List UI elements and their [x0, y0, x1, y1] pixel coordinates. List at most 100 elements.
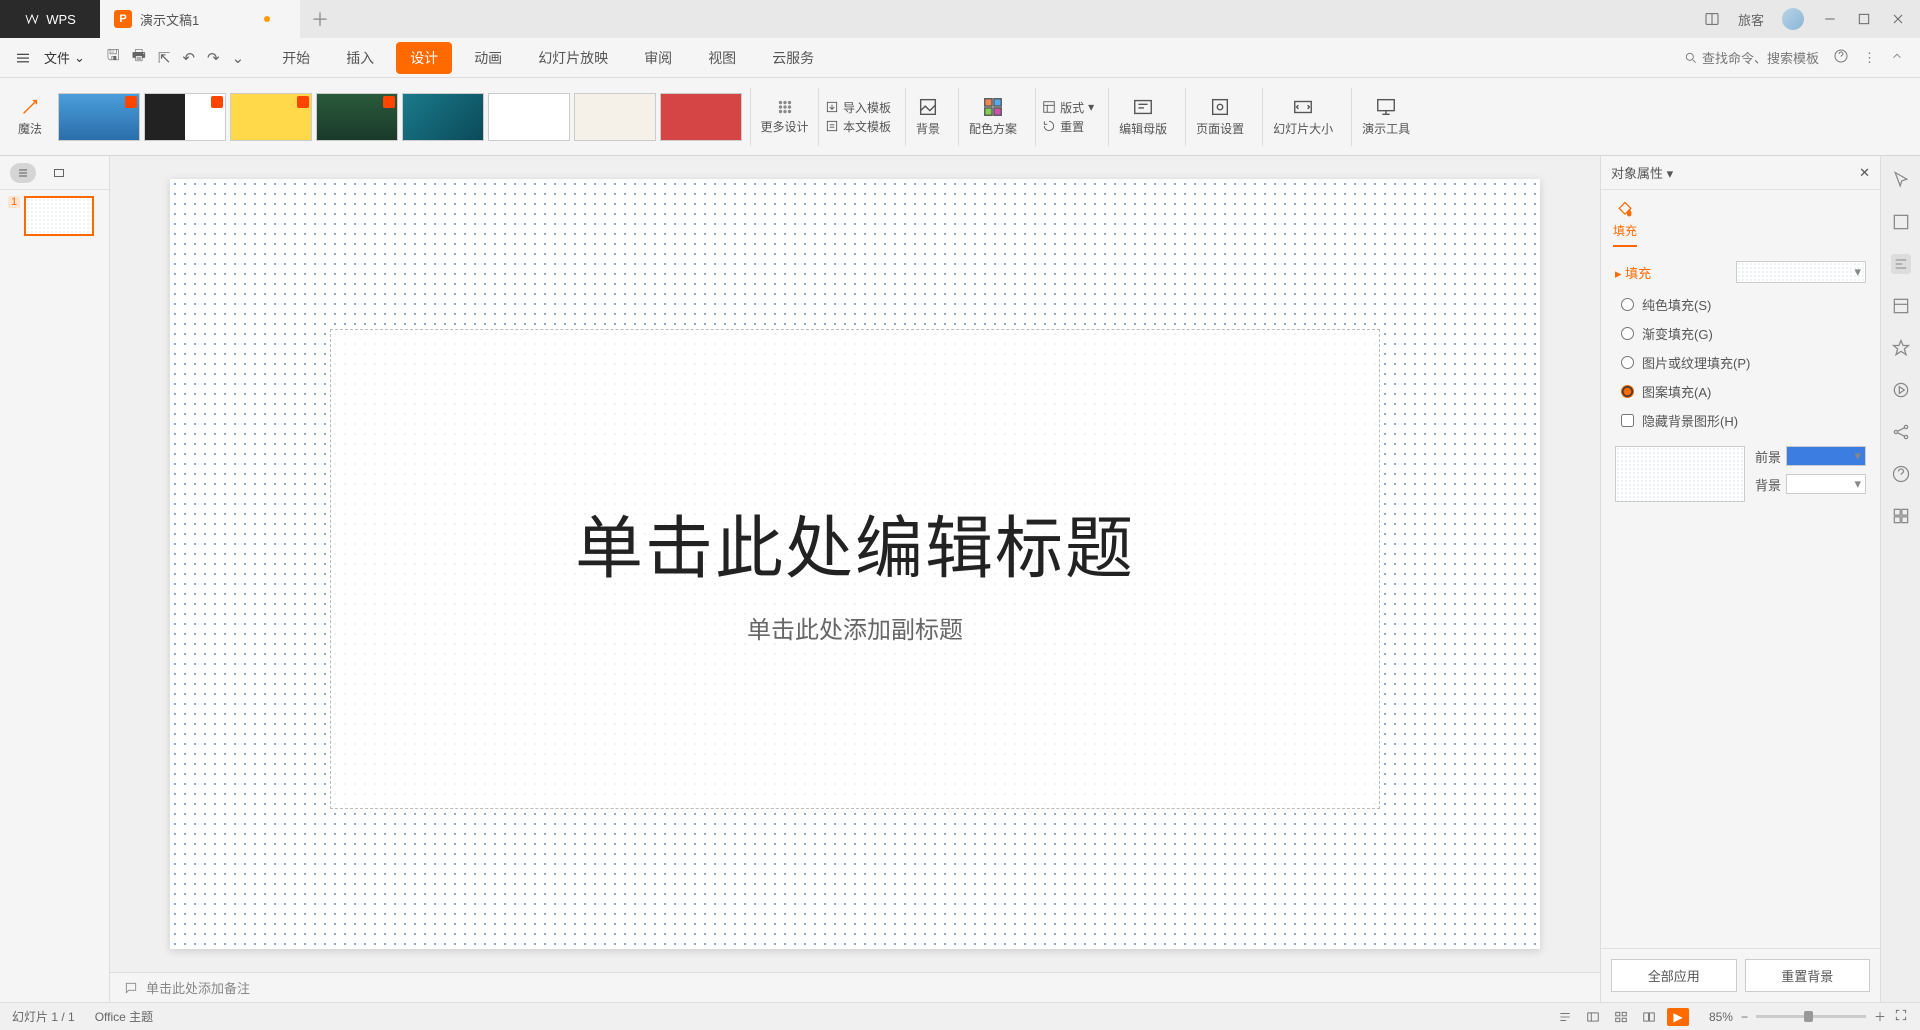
grid-tool-icon[interactable]: [1891, 506, 1911, 526]
tab-start[interactable]: 开始: [268, 42, 324, 74]
theme-thumb-4[interactable]: [316, 93, 398, 141]
window-split-icon[interactable]: [1704, 11, 1720, 27]
panel-close-icon[interactable]: ✕: [1859, 165, 1870, 181]
tab-cloud[interactable]: 云服务: [758, 42, 828, 74]
theme-gallery: [58, 93, 742, 141]
page-setup-button[interactable]: 页面设置: [1185, 88, 1254, 146]
magic-button[interactable]: 魔法: [10, 92, 50, 141]
tab-design[interactable]: 设计: [396, 42, 452, 74]
tab-review[interactable]: 审阅: [630, 42, 686, 74]
panel-title: 对象属性: [1611, 166, 1663, 181]
tab-view[interactable]: 视图: [694, 42, 750, 74]
outline-view-toggle[interactable]: [10, 163, 36, 183]
theme-thumb-8[interactable]: [660, 93, 742, 141]
foreground-color-picker[interactable]: ▾: [1786, 446, 1866, 466]
foreground-label: 前景: [1755, 447, 1781, 466]
qat-dropdown-icon[interactable]: ⌄: [232, 49, 245, 67]
save-icon[interactable]: 🖫: [107, 45, 120, 70]
select-tool-icon[interactable]: [1891, 170, 1911, 190]
new-tab-button[interactable]: ＋: [300, 0, 340, 38]
edit-master-button[interactable]: 编辑母版: [1108, 88, 1177, 146]
zoom-value[interactable]: 85%: [1709, 1010, 1733, 1024]
print-icon[interactable]: 🖶: [132, 45, 146, 70]
radio-gradient-fill[interactable]: 渐变填充(G): [1621, 324, 1866, 343]
avatar[interactable]: [1782, 8, 1804, 30]
theme-thumb-3[interactable]: [230, 93, 312, 141]
background-button[interactable]: 背景: [905, 88, 950, 146]
sorter-view-icon[interactable]: [1611, 1009, 1631, 1025]
collapse-ribbon-icon[interactable]: [1890, 49, 1904, 66]
layout-button[interactable]: 版式▾: [1042, 99, 1094, 116]
slideshow-button[interactable]: ▶: [1667, 1008, 1689, 1026]
theme-thumb-1[interactable]: [58, 93, 140, 141]
document-tab[interactable]: P 演示文稿1: [100, 0, 300, 38]
notes-icon: [124, 981, 138, 995]
pattern-preview[interactable]: [1615, 446, 1745, 502]
help-icon[interactable]: [1833, 48, 1849, 67]
close-icon[interactable]: [1890, 11, 1906, 27]
background-color-picker[interactable]: ▾: [1786, 474, 1866, 494]
radio-solid-fill[interactable]: 纯色填充(S): [1621, 295, 1866, 314]
wps-home-button[interactable]: WPS: [0, 0, 100, 38]
hamburger-icon[interactable]: [14, 49, 32, 67]
apply-all-button[interactable]: 全部应用: [1611, 959, 1737, 992]
theme-thumb-2[interactable]: [144, 93, 226, 141]
help-tool-icon[interactable]: [1891, 464, 1911, 484]
ribbon-tabs: 开始 插入 设计 动画 幻灯片放映 审阅 视图 云服务: [268, 42, 828, 74]
zoom-slider[interactable]: [1756, 1015, 1866, 1018]
search-placeholder: 查找命令、搜索模板: [1702, 48, 1819, 67]
theme-thumb-7[interactable]: [574, 93, 656, 141]
workspace: 1 单击此处编辑标题 单击此处添加副标题 单击此处添加备注 对象属性 ▾ ✕: [0, 156, 1920, 1002]
shape-tool-icon[interactable]: [1891, 212, 1911, 232]
zoom-in-icon[interactable]: ＋: [1874, 1008, 1886, 1025]
tab-insert[interactable]: 插入: [332, 42, 388, 74]
maximize-icon[interactable]: [1856, 11, 1872, 27]
title-placeholder[interactable]: 单击此处编辑标题: [575, 493, 1135, 592]
reading-view-icon[interactable]: [1639, 1009, 1659, 1025]
redo-icon[interactable]: ↷: [207, 49, 220, 67]
zoom-out-icon[interactable]: −: [1741, 1010, 1748, 1024]
tab-slideshow[interactable]: 幻灯片放映: [524, 42, 622, 74]
presentation-tool-button[interactable]: 演示工具: [1351, 88, 1420, 146]
radio-pattern-fill[interactable]: 图案填充(A): [1621, 382, 1866, 401]
command-search[interactable]: 查找命令、搜索模板: [1684, 48, 1819, 67]
minimize-icon[interactable]: [1822, 11, 1838, 27]
reset-button[interactable]: 重置: [1042, 118, 1094, 135]
tab-animation[interactable]: 动画: [460, 42, 516, 74]
properties-tool-icon[interactable]: [1891, 254, 1911, 274]
subtitle-placeholder[interactable]: 单击此处添加副标题: [747, 610, 963, 645]
unsaved-dot-icon: [264, 16, 270, 22]
undo-icon[interactable]: ↶: [182, 49, 195, 67]
template-tool-icon[interactable]: [1891, 296, 1911, 316]
file-menu[interactable]: 文件 ⌄: [36, 44, 93, 71]
notes-toggle-icon[interactable]: [1555, 1009, 1575, 1025]
normal-view-icon[interactable]: [1583, 1009, 1603, 1025]
thumbnail-view-toggle[interactable]: [46, 163, 72, 183]
more-design-button[interactable]: 更多设计: [750, 88, 810, 146]
fit-window-icon[interactable]: [1894, 1008, 1908, 1025]
theme-name: Office 主题: [95, 1008, 153, 1025]
theme-thumb-6[interactable]: [488, 93, 570, 141]
reset-background-button[interactable]: 重置背景: [1745, 959, 1871, 992]
fill-preview-swatch[interactable]: ▾: [1736, 261, 1866, 283]
fill-tab[interactable]: 填充: [1613, 200, 1637, 247]
radio-picture-fill[interactable]: 图片或纹理填充(P): [1621, 353, 1866, 372]
share-tool-icon[interactable]: [1891, 422, 1911, 442]
slide-canvas[interactable]: 单击此处编辑标题 单击此处添加副标题: [170, 179, 1540, 949]
more-icon[interactable]: ⋮: [1863, 50, 1876, 66]
notes-bar[interactable]: 单击此处添加备注: [110, 972, 1600, 1002]
this-template-button[interactable]: 本文模板: [825, 118, 891, 135]
slide-counter: 幻灯片 1 / 1: [12, 1008, 75, 1025]
favorite-tool-icon[interactable]: [1891, 338, 1911, 358]
user-name[interactable]: 旅客: [1738, 10, 1764, 29]
slide-size-button[interactable]: 幻灯片大小: [1262, 88, 1343, 146]
checkbox-hide-bg[interactable]: 隐藏背景图形(H): [1621, 411, 1866, 430]
import-template-button[interactable]: 导入模板: [825, 99, 891, 116]
export-icon[interactable]: ⇱: [158, 49, 171, 67]
theme-thumb-5[interactable]: [402, 93, 484, 141]
fill-section-label[interactable]: ▸ 填充: [1615, 263, 1651, 282]
slide-thumbnail-1[interactable]: 1: [0, 190, 109, 242]
color-scheme-button[interactable]: 配色方案: [958, 88, 1027, 146]
animation-tool-icon[interactable]: [1891, 380, 1911, 400]
content-placeholder[interactable]: 单击此处编辑标题 单击此处添加副标题: [330, 329, 1380, 809]
